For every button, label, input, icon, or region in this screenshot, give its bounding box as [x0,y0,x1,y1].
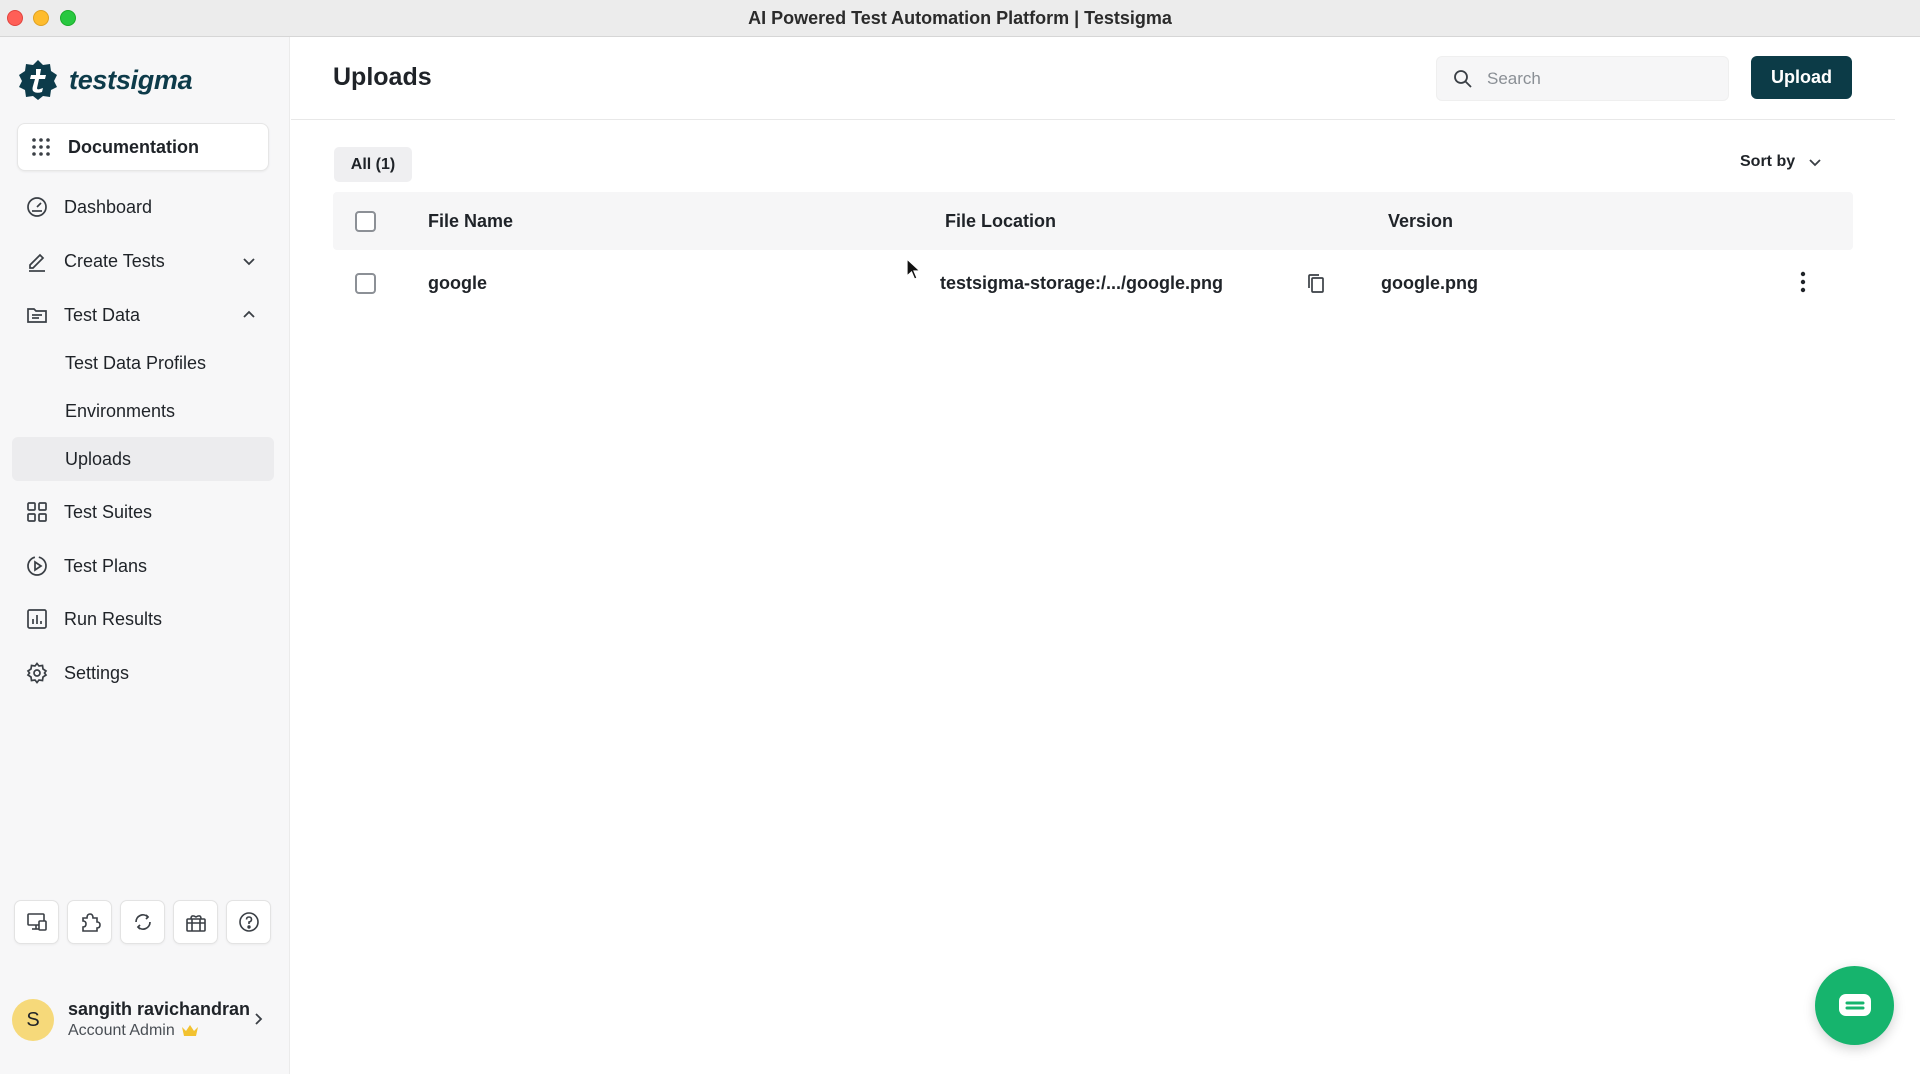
sidebar-item-label: Dashboard [64,196,153,217]
gear-icon [26,662,48,684]
grid-dots-icon [32,138,50,156]
agent-icon [26,913,47,931]
column-header-file-name[interactable]: File Name [428,211,513,232]
window-title: AI Powered Test Automation Platform | Te… [748,8,1172,28]
sort-by-dropdown[interactable]: Sort by [1740,153,1823,171]
page-title: Uploads [333,63,432,91]
search-icon [1454,69,1472,88]
sync-icon [134,914,151,930]
sidebar-item-label: Test Data [64,304,141,325]
row-checkbox[interactable] [355,273,376,294]
gauge-icon [27,197,47,217]
sidebar-item-test-suites[interactable]: Test Suites [12,490,274,534]
sidebar-item-label: Create Tests [64,250,165,271]
main-content: Uploads Upload All (1) Sort by File Name… [291,37,1920,1074]
search-box[interactable] [1436,56,1729,101]
folder-data-icon [27,308,47,323]
crown-icon [181,1025,198,1036]
sidebar-item-create-tests[interactable]: Create Tests [12,239,274,283]
file-name-cell: google [428,273,487,293]
whats-new-button[interactable] [173,900,218,944]
brand-name: testsigma [69,64,193,95]
chat-icon [1838,993,1871,1016]
search-input[interactable] [1487,68,1717,89]
documentation-button[interactable]: Documentation [17,123,269,171]
chevron-down-icon [243,258,255,266]
sidebar: testsigma Documentation Dashboard Create… [0,37,290,1074]
chevron-down-icon [1809,159,1821,167]
sidebar-item-uploads[interactable]: Uploads [12,437,274,481]
avatar: S [12,999,54,1041]
brand-logo[interactable]: testsigma [17,58,193,102]
sidebar-item-test-data-profiles[interactable]: Test Data Profiles [12,341,274,385]
column-header-file-location[interactable]: File Location [945,211,1056,232]
bar-chart-icon [27,609,47,629]
sidebar-item-settings[interactable]: Settings [12,651,274,695]
help-icon [238,912,259,932]
sidebar-item-dashboard[interactable]: Dashboard [12,185,274,229]
sidebar-item-run-results[interactable]: Run Results [12,597,274,641]
column-header-version[interactable]: Version [1388,211,1453,232]
sidebar-item-environments[interactable]: Environments [12,389,274,433]
sidebar-item-label: Run Results [64,608,163,629]
table-row[interactable]: google testsigma-storage:/.../google.png… [333,250,1853,320]
table-header: File Name File Location Version [333,192,1853,250]
window-title-bar: AI Powered Test Automation Platform | Te… [0,0,1920,37]
gift-icon [185,915,206,932]
sort-by-label: Sort by [1740,153,1796,170]
sidebar-item-label: Settings [64,662,130,683]
user-role: Account Admin [68,1022,175,1039]
header-divider [291,119,1895,120]
version-cell: google.png [1381,273,1478,293]
sidebar-tool-row [14,900,279,944]
chevron-right-icon [255,1013,263,1025]
pen-icon [29,253,45,272]
more-vertical-icon[interactable] [1798,270,1808,294]
filter-all-tab[interactable]: All (1) [334,147,412,182]
sidebar-item-label: Test Plans [64,555,148,576]
sidebar-item-label: Test Suites [64,501,153,522]
sidebar-item-test-data[interactable]: Test Data [12,293,274,337]
addons-icon [81,913,101,932]
sidebar-item-test-plans[interactable]: Test Plans [12,544,274,588]
user-profile[interactable]: S sangith ravichandran Account Admin [12,990,274,1050]
mouse-cursor-icon [906,258,922,280]
testsigma-logo-icon [19,60,57,100]
upload-button[interactable]: Upload [1751,56,1852,99]
copy-icon[interactable] [1306,273,1326,295]
select-all-checkbox[interactable] [355,211,376,232]
chevron-up-icon [243,310,255,318]
chat-support-button[interactable] [1815,966,1894,1045]
help-button[interactable] [226,900,271,944]
file-location-cell: testsigma-storage:/.../google.png [940,273,1224,293]
suites-grid-icon [27,502,47,522]
documentation-label: Documentation [68,136,200,157]
addons-button[interactable] [67,900,112,944]
user-name: sangith ravichandran [68,999,251,1019]
sync-button[interactable] [120,900,165,944]
agent-button[interactable] [14,900,59,944]
play-circle-icon [27,556,47,576]
